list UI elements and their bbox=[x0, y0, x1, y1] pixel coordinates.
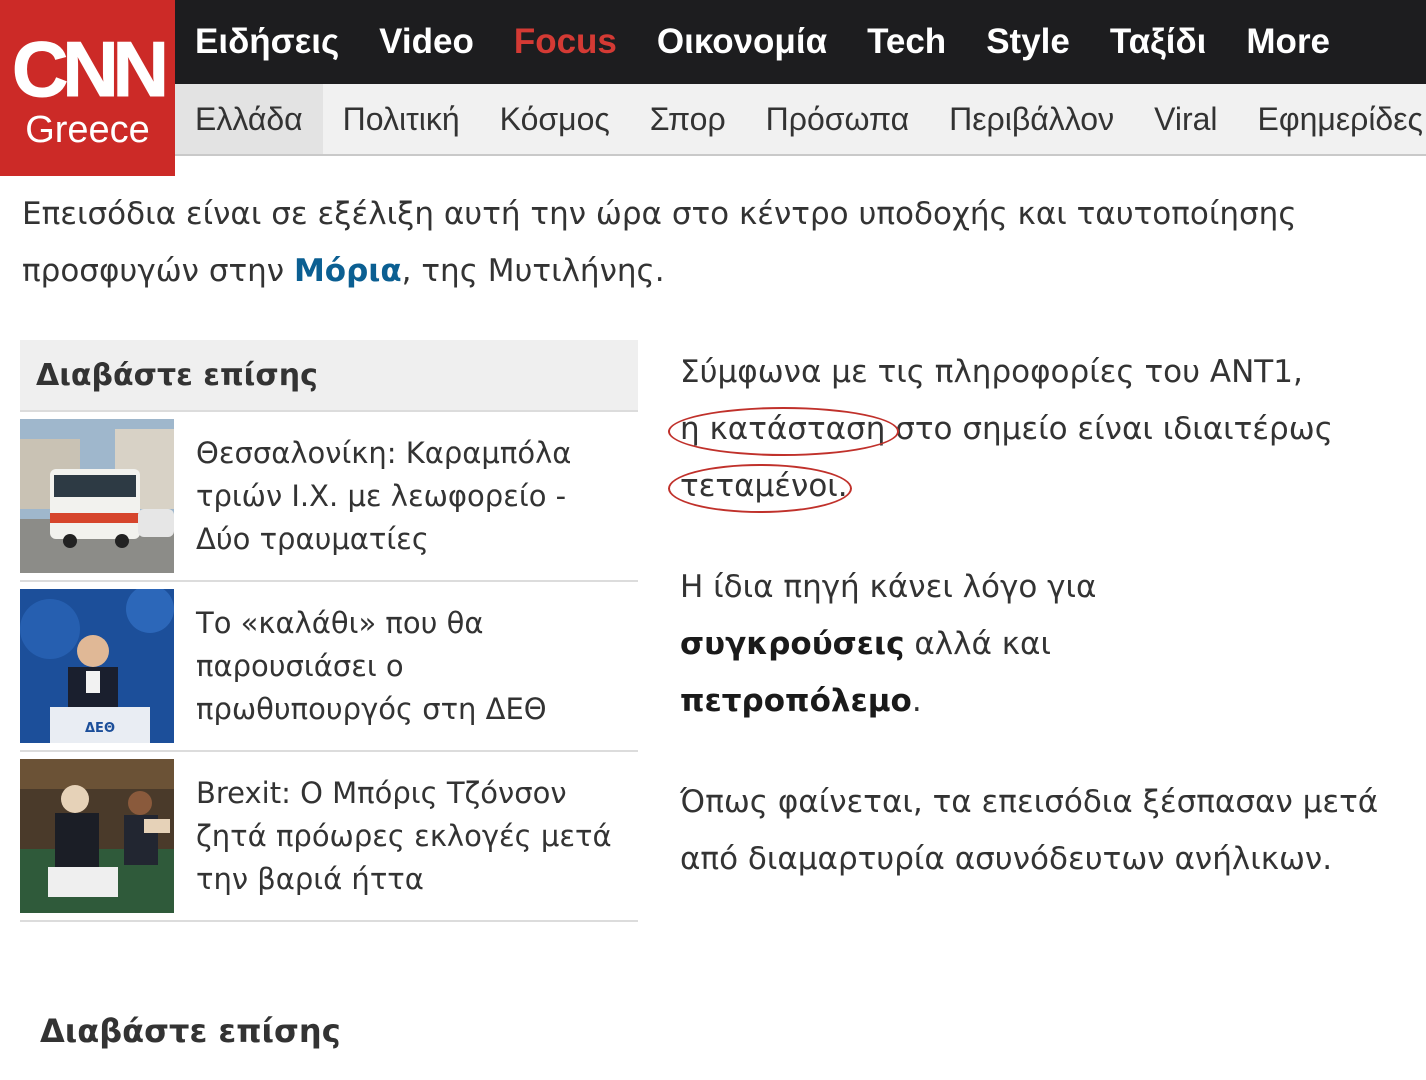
primary-nav: Ειδήσεις Video Focus Οικονομία Tech Styl… bbox=[175, 0, 1426, 84]
related-item-title[interactable]: Θεσσαλονίκη: Καραμπόλα τριών Ι.Χ. με λεω… bbox=[196, 432, 626, 561]
p2-text-a: Η ίδια πηγή κάνει λόγο για bbox=[680, 569, 1097, 605]
article-paragraph-3: Όπως φαίνεται, τα επεισόδια ξέσπασαν μετ… bbox=[680, 784, 1379, 877]
nav-item-focus[interactable]: Focus bbox=[514, 22, 617, 62]
parliament-thumbnail[interactable] bbox=[20, 759, 174, 913]
bold-petropolemo: πετροπόλεμο bbox=[680, 683, 912, 719]
logo-region: Greece bbox=[25, 109, 150, 151]
related-item[interactable]: Brexit: Ο Μπόρις Τζόνσον ζητά πρόωρες εκ… bbox=[20, 752, 638, 922]
related-item[interactable]: ΔΕΘ Το «καλάθι» που θα παρουσιάσει ο πρω… bbox=[20, 582, 638, 752]
bus-thumbnail[interactable] bbox=[20, 419, 174, 573]
article-body: Σύμφωνα με τις πληροφορίες του ANT1, η κα… bbox=[667, 344, 1380, 932]
nav-item-tech[interactable]: Tech bbox=[867, 22, 946, 62]
p2-text-b: αλλά και bbox=[904, 626, 1051, 662]
article-paragraph-1: Σύμφωνα με τις πληροφορίες του ANT1, η κα… bbox=[667, 344, 1380, 515]
nav-item-more[interactable]: More bbox=[1246, 22, 1330, 62]
related-item-title[interactable]: Το «καλάθι» που θα παρουσιάσει ο πρωθυπο… bbox=[196, 602, 626, 731]
intro-text-after: , της Μυτιλήνης. bbox=[401, 253, 665, 289]
secondary-nav: Ελλάδα Πολιτική Κόσμος Σπορ Πρόσωπα Περι… bbox=[175, 84, 1426, 156]
subnav-item-viral[interactable]: Viral bbox=[1134, 84, 1237, 154]
p1-text-a: Σύμφωνα με τις πληροφορίες του ANT1, bbox=[680, 354, 1303, 390]
bottom-related-heading: Διαβάστε επίσης bbox=[40, 1012, 341, 1050]
cnn-greece-logo[interactable]: CNN Greece bbox=[0, 0, 175, 176]
moria-link[interactable]: Μόρια bbox=[294, 253, 402, 289]
subnav-item-newspapers[interactable]: Εφημερίδες bbox=[1238, 84, 1426, 154]
bold-sygkrouseis: συγκρούσεις bbox=[680, 626, 905, 662]
subnav-item-sports[interactable]: Σπορ bbox=[630, 84, 746, 154]
article-paragraph-2: Η ίδια πηγή κάνει λόγο για συγκρούσεις α… bbox=[680, 559, 1380, 730]
article-intro: Επεισόδια είναι σε εξέλιξη αυτή την ώρα … bbox=[22, 186, 1402, 300]
subnav-item-environment[interactable]: Περιβάλλον bbox=[929, 84, 1134, 154]
nav-item-economy[interactable]: Οικονομία bbox=[657, 22, 827, 62]
related-articles-box: Διαβάστε επίσης Θεσσαλονίκη: Καραμπόλα τ… bbox=[20, 340, 638, 922]
nav-item-style[interactable]: Style bbox=[986, 22, 1070, 62]
subnav-item-people[interactable]: Πρόσωπα bbox=[746, 84, 930, 154]
logo-mark: CNN bbox=[12, 25, 170, 114]
related-heading: Διαβάστε επίσης bbox=[20, 340, 638, 412]
circled-phrase-tetamenoi: τεταμένοι bbox=[668, 458, 852, 515]
related-item-title[interactable]: Brexit: Ο Μπόρις Τζόνσον ζητά πρόωρες εκ… bbox=[196, 772, 626, 901]
nav-item-video[interactable]: Video bbox=[379, 22, 474, 62]
subnav-item-greece[interactable]: Ελλάδα bbox=[175, 84, 323, 154]
site-header: CNN Greece Ειδήσεις Video Focus Οικονομί… bbox=[0, 0, 1426, 176]
circled-phrase-katastasi: η κατάσταση bbox=[667, 401, 900, 458]
subnav-item-politics[interactable]: Πολιτική bbox=[323, 84, 480, 154]
speech-thumbnail[interactable]: ΔΕΘ bbox=[20, 589, 174, 743]
p1-text-b: στο σημείο είναι ιδιαιτέρως bbox=[885, 411, 1333, 447]
related-item[interactable]: Θεσσαλονίκη: Καραμπόλα τριών Ι.Χ. με λεω… bbox=[20, 412, 638, 582]
p2-text-c: . bbox=[911, 683, 922, 719]
deth-sign-text: ΔΕΘ bbox=[85, 721, 115, 736]
nav-item-travel[interactable]: Ταξίδι bbox=[1110, 22, 1207, 62]
subnav-item-world[interactable]: Κόσμος bbox=[480, 84, 630, 154]
nav-item-news[interactable]: Ειδήσεις bbox=[195, 22, 339, 62]
